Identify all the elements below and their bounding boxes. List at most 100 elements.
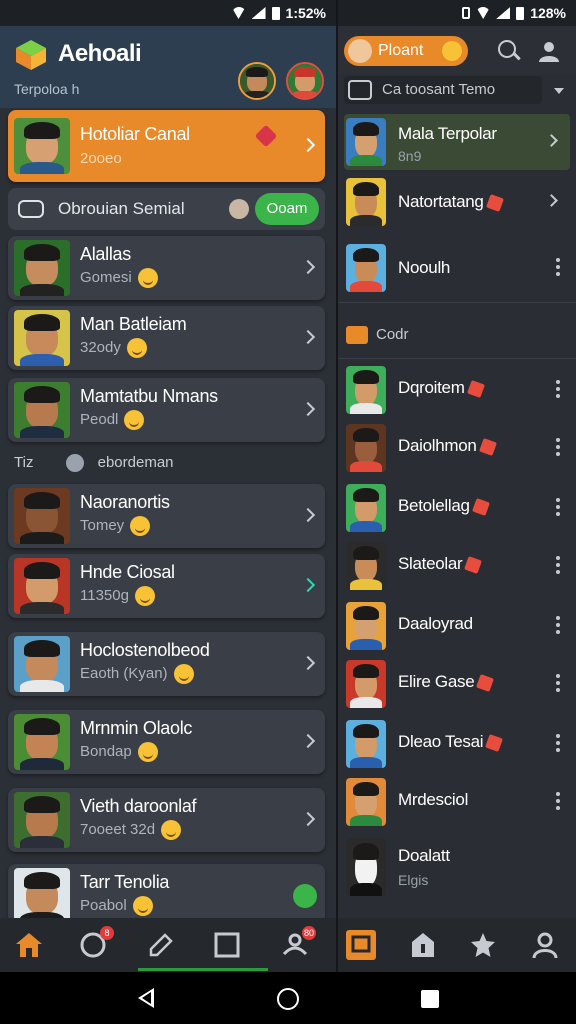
chat-tab[interactable]: 8 xyxy=(78,926,114,960)
item-name: Natortatang xyxy=(398,192,504,212)
chevron-down-icon[interactable] xyxy=(554,88,564,94)
right-pane: 128% Ploant Ca toosant Temo Mala Terpola… xyxy=(338,0,576,972)
frame-icon[interactable] xyxy=(346,930,376,960)
conversation-item[interactable]: Mrnmin Olaolc Bondap xyxy=(8,710,325,774)
conversation-sub-text: Bondap xyxy=(80,742,132,760)
gift-icon xyxy=(471,497,490,516)
wifi-icon xyxy=(476,7,491,19)
conversation-item[interactable]: Naoranortis Tomey xyxy=(8,484,325,548)
avatar xyxy=(14,240,70,296)
member-item[interactable]: Slateolar xyxy=(344,538,570,594)
member-name-text: Slateolar xyxy=(398,554,463,573)
search-row: Obrouian Semial Ooam xyxy=(8,188,325,230)
member-item[interactable]: Betolellag xyxy=(344,480,570,536)
more-icon[interactable] xyxy=(556,498,560,516)
profile-pill[interactable]: Ploant xyxy=(344,36,468,66)
conversation-sub-text: Poabol xyxy=(80,896,127,914)
member-name-text: Elire Gase xyxy=(398,672,475,691)
folder-icon xyxy=(346,326,368,345)
gift-icon xyxy=(464,555,483,574)
conversation-item[interactable]: Vieth daroonlaf 7ooeet 32d xyxy=(8,788,325,852)
conversation-item[interactable]: Hnde Ciosal 11350g xyxy=(8,554,325,618)
conversation-sub: Peodl xyxy=(80,410,145,430)
divider xyxy=(338,302,576,303)
member-item[interactable]: Mrdesciol xyxy=(344,774,570,830)
member-item[interactable]: Dqroitem xyxy=(344,362,570,418)
member-item[interactable]: Doalatt Elgis xyxy=(344,834,570,898)
emoji-icon xyxy=(124,410,145,430)
avatar xyxy=(346,118,386,166)
conversation-sub-text: 11350g xyxy=(80,586,129,604)
conversation-item[interactable]: Mamtatbu Nmans Peodl xyxy=(8,378,325,442)
emoji-icon xyxy=(173,664,194,684)
chevron-right-icon xyxy=(300,137,316,153)
more-icon[interactable] xyxy=(556,556,560,574)
status-bar-right: 128% xyxy=(338,0,576,26)
conversation-sub-text: Peodl xyxy=(80,410,119,428)
square-icon[interactable] xyxy=(212,930,242,960)
member-name: Daiolhmon xyxy=(398,436,497,456)
edit-icon[interactable] xyxy=(146,930,176,960)
more-icon[interactable] xyxy=(556,616,560,634)
conversation-name: Hnde Ciosal xyxy=(80,562,175,582)
avatar xyxy=(346,366,386,414)
play-icon[interactable] xyxy=(293,884,317,908)
emoji-icon xyxy=(126,338,147,358)
chevron-right-icon xyxy=(300,329,316,345)
pinned-item[interactable]: Mala Terpolar 8n9 xyxy=(344,114,570,170)
channel-dropdown[interactable]: Ca toosant Temo xyxy=(344,76,542,104)
avatar xyxy=(14,118,70,174)
profile-icon[interactable] xyxy=(538,40,560,62)
emoji-icon xyxy=(442,41,462,61)
member-name-text: Dleao Tesai xyxy=(398,732,484,751)
member-item[interactable]: Daaloyrad xyxy=(344,598,570,654)
item-name-text: Mala Terpolar xyxy=(398,124,497,143)
home-button-icon[interactable] xyxy=(277,988,299,1010)
section-header: Codr xyxy=(346,326,409,345)
member-item[interactable]: Daiolhmon xyxy=(344,420,570,476)
join-button[interactable]: Ooam xyxy=(255,193,319,225)
search-label: Obrouian Semial xyxy=(58,199,185,218)
more-icon[interactable] xyxy=(556,380,560,398)
conversation-item[interactable]: Tarr Tenolia Poabol xyxy=(8,864,325,924)
heart-icon xyxy=(254,124,278,148)
emoji-icon xyxy=(134,586,155,606)
battery-icon xyxy=(516,6,525,20)
conversation-name: Mamtatbu Nmans xyxy=(80,386,218,406)
conversation-item[interactable]: Hoclostenolbeod Eaoth (Kyan) xyxy=(8,632,325,696)
right-header: Ploant xyxy=(338,26,576,74)
battery-icon xyxy=(271,6,280,20)
gift-icon xyxy=(466,379,485,398)
more-icon[interactable] xyxy=(556,438,560,456)
recents-icon[interactable] xyxy=(421,990,439,1008)
more-icon[interactable] xyxy=(556,674,560,692)
conversation-item[interactable]: Alallas Gomesi xyxy=(8,236,325,300)
conversation-sub: Poabol xyxy=(80,896,153,916)
notification-badge: 8 xyxy=(100,926,114,940)
more-icon[interactable] xyxy=(556,734,560,752)
chevron-right-icon xyxy=(300,577,316,593)
header-avatar-secondary[interactable] xyxy=(286,62,324,100)
back-icon[interactable] xyxy=(138,988,154,1008)
lock-icon[interactable] xyxy=(408,930,438,960)
pinned-item[interactable]: Natortatang xyxy=(344,174,570,230)
conversation-name: Hoclostenolbeod xyxy=(80,640,210,660)
member-item[interactable]: Dleao Tesai xyxy=(344,716,570,772)
section-header: Tiz ebordeman xyxy=(14,454,174,472)
home-icon[interactable] xyxy=(14,930,44,960)
profile-icon[interactable] xyxy=(530,930,560,960)
header-avatar[interactable] xyxy=(238,62,276,100)
gift-icon xyxy=(485,733,504,752)
star-icon[interactable] xyxy=(468,930,498,960)
conversation-sub-text: Eaoth (Kyan) xyxy=(80,664,168,682)
more-icon[interactable] xyxy=(556,792,560,810)
emoji-icon xyxy=(130,516,151,536)
conversation-item[interactable]: Man Batleiam 32ody xyxy=(8,306,325,370)
more-icon[interactable] xyxy=(556,258,560,276)
gifts-tab[interactable]: 80 xyxy=(280,926,316,960)
left-pane: 1:52% Aehoali Terpoloa h Hotoliar Canal … xyxy=(0,0,336,972)
pinned-item[interactable]: Nooulh xyxy=(344,240,570,296)
featured-conversation[interactable]: Hotoliar Canal 2ooeo xyxy=(8,110,325,182)
member-item[interactable]: Elire Gase xyxy=(344,656,570,712)
search-icon[interactable] xyxy=(498,40,516,58)
